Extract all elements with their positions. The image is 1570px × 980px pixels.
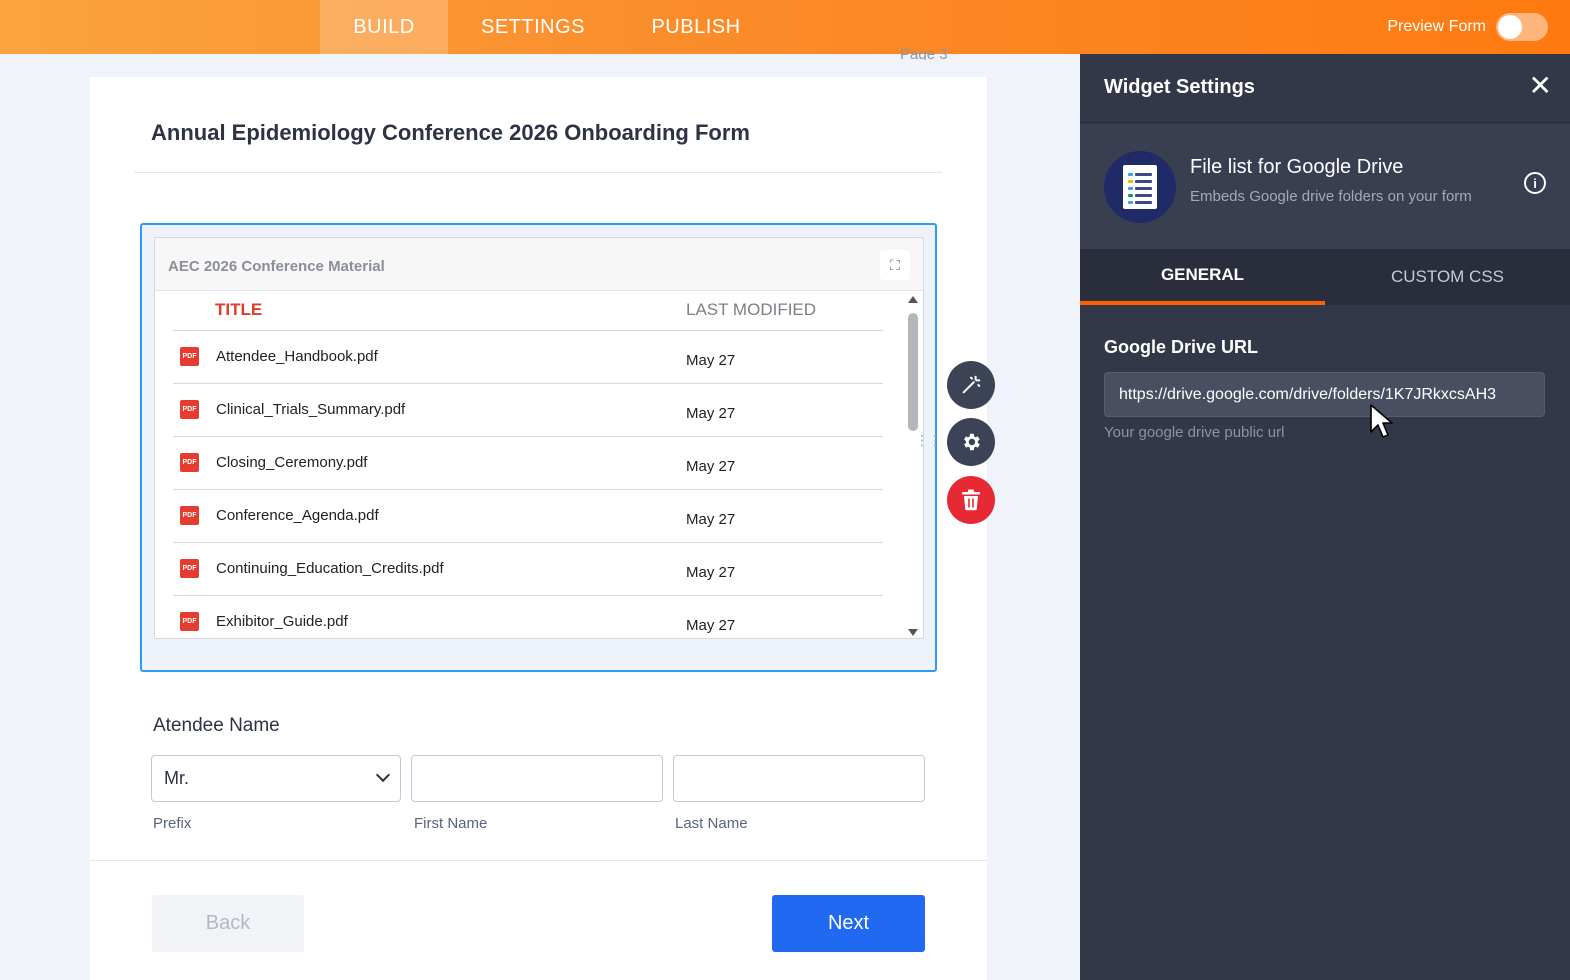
file-date: May 27 <box>686 564 736 581</box>
folder-name: AEC 2026 Conference Material <box>168 258 385 275</box>
google-drive-file-list: AEC 2026 Conference Material ⛶ TITLE LAS… <box>154 237 924 639</box>
widget-name: File list for Google Drive <box>1190 156 1404 178</box>
file-row[interactable]: PDF Conference_Agenda.pdf May 27 <box>173 490 883 543</box>
page-indicator: Page 3 <box>900 46 948 60</box>
tab-custom-css[interactable]: CUSTOM CSS <box>1325 249 1570 305</box>
pdf-icon: PDF <box>180 612 199 631</box>
settings-button[interactable] <box>947 418 995 466</box>
file-date: May 27 <box>686 405 736 422</box>
scroll-down-arrow-icon[interactable] <box>908 629 918 636</box>
tab-build[interactable]: BUILD <box>320 0 448 54</box>
last-name-sublabel: Last Name <box>675 815 748 832</box>
magic-wand-icon <box>962 375 981 394</box>
file-name[interactable]: Attendee_Handbook.pdf <box>216 348 378 365</box>
trash-icon <box>962 489 980 511</box>
widget-settings-panel: Widget Settings ✕ File list for Google D… <box>1080 54 1570 980</box>
prefix-value: Mr. <box>164 768 189 788</box>
selected-widget-container[interactable]: AEC 2026 Conference Material ⛶ TITLE LAS… <box>140 223 942 672</box>
widget-description: Embeds Google drive folders on your form <box>1190 188 1472 205</box>
google-drive-url-label: Google Drive URL <box>1104 337 1259 357</box>
expand-icon[interactable]: ⛶ <box>880 250 910 280</box>
back-button[interactable]: Back <box>152 895 304 952</box>
file-list-header: AEC 2026 Conference Material ⛶ <box>155 238 923 291</box>
top-navigation-bar: BUILD SETTINGS PUBLISH Preview Form <box>0 0 1570 54</box>
divider <box>134 172 942 173</box>
file-row[interactable]: PDF Closing_Ceremony.pdf May 27 <box>173 437 883 490</box>
form-card: Annual Epidemiology Conference 2026 Onbo… <box>90 77 995 980</box>
drag-handle-icon[interactable]: ⋮⋮ <box>915 433 942 457</box>
gear-icon <box>964 433 980 451</box>
panel-tabs: GENERAL CUSTOM CSS <box>1080 249 1570 305</box>
attendee-name-label: Atendee Name <box>153 715 280 736</box>
file-date: May 27 <box>686 617 736 634</box>
panel-title: Widget Settings <box>1104 76 1255 98</box>
preview-form-control: Preview Form <box>1387 0 1548 54</box>
scroll-thumb[interactable] <box>908 313 918 431</box>
info-icon[interactable]: i <box>1524 172 1546 194</box>
tab-general[interactable]: GENERAL <box>1080 249 1325 305</box>
panel-header: Widget Settings ✕ <box>1080 54 1570 123</box>
last-name-input[interactable] <box>673 755 925 802</box>
file-name[interactable]: Closing_Ceremony.pdf <box>216 454 367 471</box>
toggle-knob <box>1498 15 1522 39</box>
file-date: May 27 <box>686 352 736 369</box>
file-row[interactable]: PDF Clinical_Trials_Summary.pdf May 27 <box>173 384 883 437</box>
pdf-icon: PDF <box>180 453 199 472</box>
form-title[interactable]: Annual Epidemiology Conference 2026 Onbo… <box>151 120 750 146</box>
chevron-down-icon <box>375 767 391 783</box>
next-button[interactable]: Next <box>772 895 925 952</box>
scroll-up-arrow-icon[interactable] <box>908 296 918 303</box>
file-name[interactable]: Exhibitor_Guide.pdf <box>216 613 348 630</box>
tab-publish[interactable]: PUBLISH <box>618 0 774 54</box>
tab-settings[interactable]: SETTINGS <box>448 0 618 54</box>
divider <box>90 860 987 861</box>
wand-button[interactable] <box>947 361 995 409</box>
preview-form-label: Preview Form <box>1387 18 1486 35</box>
first-name-sublabel: First Name <box>414 815 488 832</box>
file-date: May 27 <box>686 511 736 528</box>
preview-form-toggle[interactable] <box>1496 13 1548 41</box>
file-name[interactable]: Clinical_Trials_Summary.pdf <box>216 401 405 418</box>
prefix-sublabel: Prefix <box>153 815 192 832</box>
column-header-title[interactable]: TITLE <box>215 300 262 320</box>
google-drive-url-hint: Your google drive public url <box>1104 424 1285 441</box>
file-row[interactable]: PDF Attendee_Handbook.pdf May 27 <box>173 331 883 384</box>
delete-button[interactable] <box>947 476 995 524</box>
file-name[interactable]: Continuing_Education_Credits.pdf <box>216 560 444 577</box>
file-row[interactable]: PDF Continuing_Education_Credits.pdf May… <box>173 543 883 596</box>
file-row[interactable]: PDF Exhibitor_Guide.pdf May 27 <box>173 596 883 639</box>
pdf-icon: PDF <box>180 347 199 366</box>
pdf-icon: PDF <box>180 506 199 525</box>
file-date: May 27 <box>686 458 736 475</box>
file-name[interactable]: Conference_Agenda.pdf <box>216 507 379 524</box>
pdf-icon: PDF <box>180 559 199 578</box>
column-header-last-modified[interactable]: LAST MODIFIED <box>686 300 816 320</box>
close-icon[interactable]: ✕ <box>1529 72 1552 100</box>
first-name-input[interactable] <box>411 755 663 802</box>
pdf-icon: PDF <box>180 400 199 419</box>
scrollbar[interactable] <box>907 296 919 636</box>
google-drive-url-input[interactable]: https://drive.google.com/drive/folders/1… <box>1104 372 1545 417</box>
prefix-select[interactable]: Mr. <box>151 755 401 802</box>
widget-info: File list for Google Drive Embeds Google… <box>1080 124 1570 249</box>
file-list-widget-icon <box>1104 151 1176 223</box>
